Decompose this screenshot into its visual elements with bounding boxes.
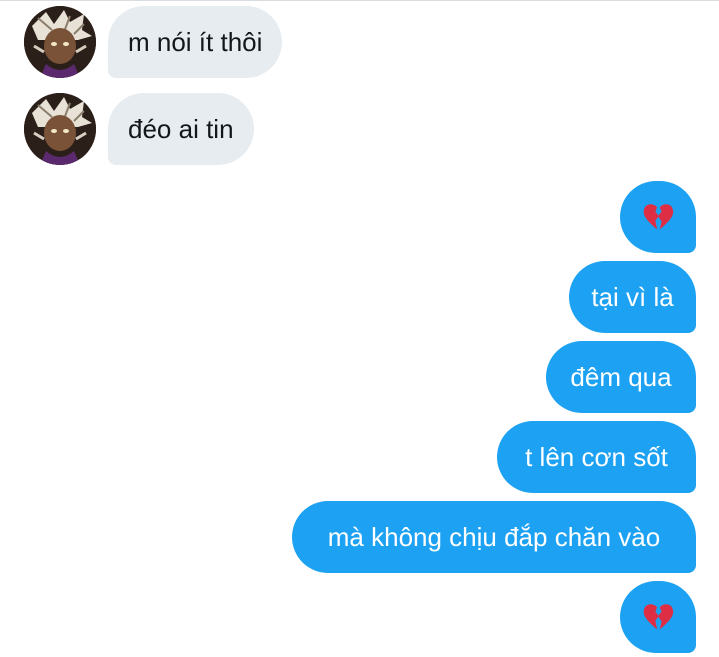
outgoing-message-bubble[interactable]: [620, 581, 696, 653]
message-text: mà không chịu đắp chăn vào: [327, 522, 661, 552]
message-text: đéo ai tin: [128, 114, 234, 144]
outgoing-message-bubble[interactable]: tại vì là: [569, 261, 696, 333]
broken-heart-icon: [643, 604, 674, 630]
outgoing-message-bubble[interactable]: [620, 181, 696, 253]
incoming-message-bubble[interactable]: đéo ai tin: [108, 93, 254, 165]
outgoing-message-bubble[interactable]: mà không chịu đắp chăn vào: [292, 501, 696, 573]
message-text: m nói ít thôi: [128, 27, 263, 57]
avatar-icon: [24, 93, 96, 165]
contact-avatar[interactable]: [24, 93, 96, 165]
outgoing-message-bubble[interactable]: t lên cơn sốt: [497, 421, 696, 493]
incoming-message-bubble[interactable]: m nói ít thôi: [108, 6, 283, 78]
message-text: tại vì là: [591, 282, 674, 312]
header-divider: [0, 0, 719, 1]
outgoing-message-bubble[interactable]: đêm qua: [546, 341, 696, 413]
message-text: t lên cơn sốt: [525, 442, 668, 472]
message-text: đêm qua: [570, 362, 672, 392]
broken-heart-icon: [643, 204, 674, 230]
avatar-icon: [24, 6, 96, 78]
contact-avatar[interactable]: [24, 6, 96, 78]
